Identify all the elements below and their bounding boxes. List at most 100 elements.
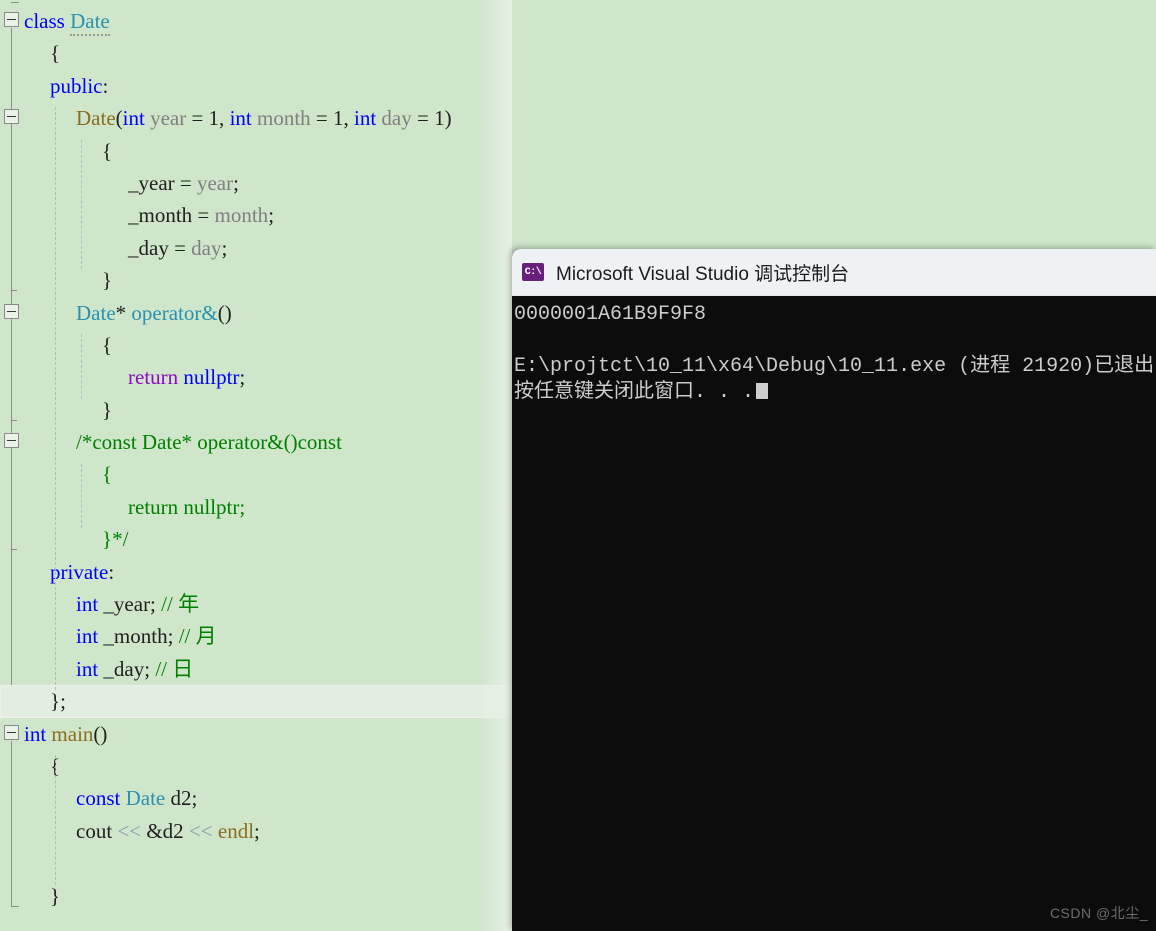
code-token: cout — [76, 818, 118, 843]
code-line[interactable]: }; — [0, 685, 512, 718]
code-token: ; — [233, 170, 239, 195]
code-line[interactable]: cout << &d2 << endl; — [0, 815, 512, 847]
code-token: int — [229, 106, 252, 131]
code-token: ; — [239, 365, 246, 390]
code-line[interactable]: } — [0, 880, 512, 912]
code-line[interactable]: int _day; // 日 — [0, 653, 512, 685]
code-token: * — [115, 300, 132, 325]
code-token: endl — [217, 818, 255, 843]
code-line[interactable]: } — [0, 394, 512, 426]
code-token: ; — [254, 818, 260, 843]
code-line[interactable]: } — [0, 264, 512, 296]
code-line[interactable]: /*const Date* operator&()const — [0, 426, 512, 458]
code-line[interactable]: Date* operator&() — [0, 297, 512, 329]
code-line[interactable]: { — [0, 135, 512, 167]
code-token: operator& — [131, 300, 218, 325]
code-token: { — [102, 462, 113, 487]
code-editor[interactable]: class Date{public: Date(int year = 1, int… — [0, 0, 512, 931]
code-token: public — [50, 73, 103, 98]
code-line[interactable]: int _month; // 月 — [0, 620, 512, 652]
indent-guide — [81, 139, 83, 270]
code-token: Date — [125, 786, 166, 811]
fold-end-marker — [11, 2, 19, 3]
code-line[interactable] — [0, 847, 512, 879]
code-token: year — [150, 106, 187, 131]
code-line[interactable]: return nullptr; — [0, 491, 512, 523]
debug-console-window[interactable]: C:\ Microsoft Visual Studio 调试控制台 000000… — [512, 249, 1156, 931]
code-token: _day = — [128, 235, 192, 260]
code-token: _year; — [98, 592, 162, 617]
console-output[interactable]: 0000001A61B9F9F8 E:\projtct\10_11\x64\De… — [512, 296, 1156, 931]
code-token: }*/ — [102, 527, 129, 552]
code-token: = 1) — [411, 106, 452, 131]
code-token: _month; — [98, 624, 179, 649]
code-line[interactable]: Date(int year = 1, int month = 1, int da… — [0, 102, 512, 134]
code-token: : — [102, 73, 109, 98]
code-token: // 日 — [155, 656, 194, 681]
indent-guide — [55, 755, 57, 885]
code-line[interactable]: { — [0, 750, 512, 782]
code-token: int — [76, 624, 99, 649]
code-token: year — [196, 170, 234, 195]
cmd-prompt-icon: C:\ — [522, 263, 544, 281]
console-line: 按任意键关闭此窗口. . . — [514, 380, 1156, 406]
code-token: private — [50, 559, 109, 584]
code-token: : — [108, 559, 115, 584]
code-token: // 月 — [178, 624, 217, 649]
code-line[interactable]: public: — [0, 70, 512, 102]
watermark-label: CSDN @北尘_ — [1049, 905, 1148, 921]
code-token: day — [191, 235, 222, 260]
code-line[interactable]: _day = day; — [0, 232, 512, 264]
code-token: } — [102, 268, 113, 293]
code-token: class — [24, 9, 71, 33]
code-line[interactable]: { — [0, 329, 512, 361]
indent-guide — [81, 334, 83, 399]
console-title-text: Microsoft Visual Studio 调试控制台 — [556, 263, 850, 285]
code-line[interactable]: }*/ — [0, 523, 512, 555]
code-token: << — [188, 818, 213, 843]
code-token: << — [117, 818, 142, 843]
screenshot-root: class Date{public: Date(int year = 1, int… — [0, 0, 1156, 931]
code-token: int — [76, 656, 99, 681]
code-line[interactable]: const Date d2; — [0, 782, 512, 814]
console-line: E:\projtct\10_11\x64\Debug\10_11.exe (进程… — [514, 355, 1155, 378]
code-line[interactable]: class Date — [0, 5, 512, 37]
code-token: { — [102, 332, 113, 357]
code-token: Date — [76, 106, 116, 131]
code-line[interactable]: return nullptr; — [0, 361, 512, 393]
code-token: int — [76, 592, 99, 617]
code-token: // 年 — [161, 592, 200, 617]
code-line[interactable]: _year = year; — [0, 167, 512, 199]
code-line[interactable]: private: — [0, 556, 512, 588]
code-line[interactable]: _month = month; — [0, 199, 512, 231]
code-line[interactable]: int _year; // 年 — [0, 588, 512, 620]
code-token: /*const Date* operator&()const — [76, 430, 342, 455]
code-token: month — [256, 106, 311, 131]
console-title-bar[interactable]: C:\ Microsoft Visual Studio 调试控制台 — [512, 249, 1156, 296]
code-token: () — [93, 721, 108, 746]
code-token: } — [50, 883, 61, 908]
console-line: 0000001A61B9F9F8 — [514, 303, 707, 326]
code-line[interactable]: int main() — [0, 718, 512, 750]
code-line[interactable]: { — [0, 458, 512, 490]
code-text-area[interactable]: class Date{public: Date(int year = 1, int… — [0, 5, 512, 912]
indent-guide — [81, 463, 83, 529]
code-line[interactable]: { — [0, 37, 512, 69]
